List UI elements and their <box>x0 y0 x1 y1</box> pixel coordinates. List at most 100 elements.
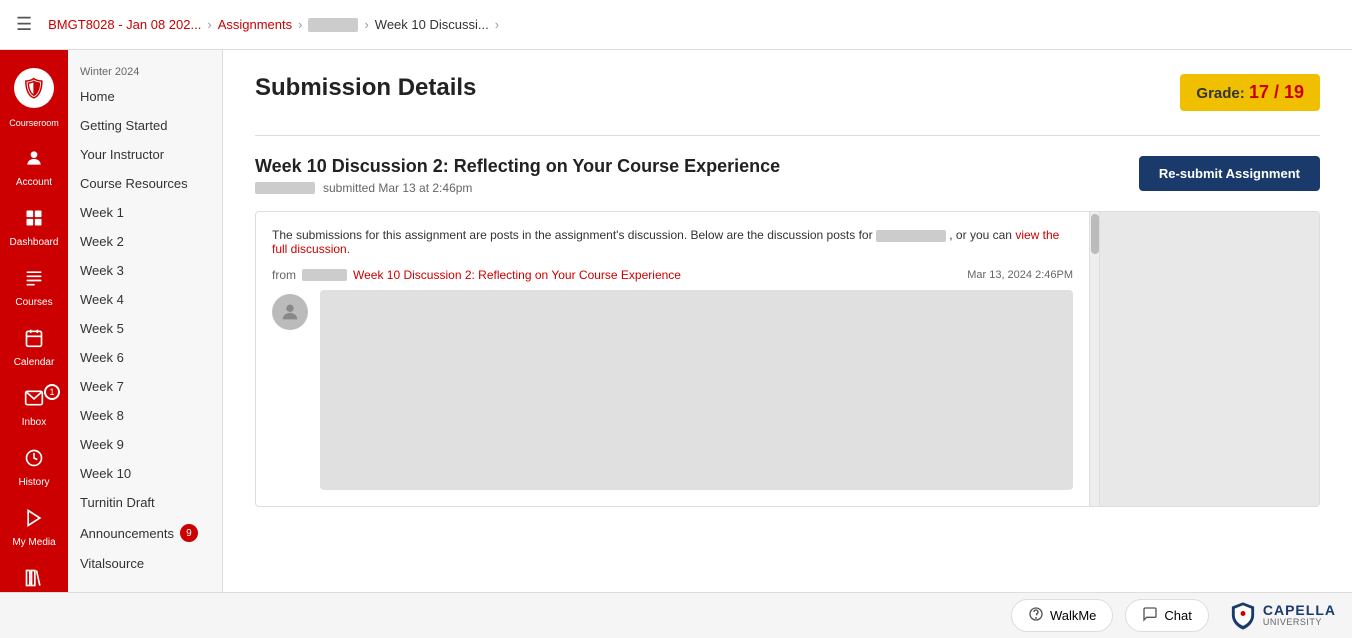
sidebar-item-week3[interactable]: Week 3 <box>68 256 222 285</box>
discussion-right-panel <box>1099 212 1319 506</box>
post-text-content <box>320 290 1073 490</box>
sidebar-item-turnitin-draft[interactable]: Turnitin Draft <box>68 488 222 517</box>
chat-label: Chat <box>1164 608 1191 623</box>
discussion-meta: submitted Mar 13 at 2:46pm <box>255 181 780 195</box>
sidebar-item-course-resources[interactable]: Course Resources <box>68 169 222 198</box>
scrollbar-thumb <box>1091 214 1099 254</box>
breadcrumb-course[interactable]: BMGT8028 - Jan 08 202... <box>48 17 201 32</box>
discussion-header-row: Week 10 Discussion 2: Reflecting on Your… <box>255 156 1320 211</box>
resubmit-button[interactable]: Re-submit Assignment <box>1139 156 1320 191</box>
inbox-icon <box>24 388 44 413</box>
sidebar-item-week2[interactable]: Week 2 <box>68 227 222 256</box>
sidebar-item-week4[interactable]: Week 4 <box>68 285 222 314</box>
nav-calendar-label: Calendar <box>14 357 55 368</box>
meta-user-blurred <box>255 182 315 194</box>
dashboard-icon <box>24 208 44 233</box>
breadcrumb-current: Week 10 Discussi... <box>375 17 489 32</box>
grade-box: Grade: 17 / 19 <box>1180 74 1320 111</box>
discussion-scrollbar[interactable] <box>1089 212 1099 506</box>
discussion-main: The submissions for this assignment are … <box>256 212 1089 506</box>
capella-name: CAPELLA <box>1263 603 1336 618</box>
nav-dashboard-label: Dashboard <box>10 237 59 248</box>
nav-courseroom-logo[interactable]: 🛡 Courseroom <box>0 58 68 138</box>
discussion-box: The submissions for this assignment are … <box>255 211 1320 507</box>
sidebar-item-week6[interactable]: Week 6 <box>68 343 222 372</box>
discussion-from-row: from Week 10 Discussion 2: Reflecting on… <box>272 268 1073 282</box>
discussion-title: Week 10 Discussion 2: Reflecting on Your… <box>255 156 780 177</box>
capella-shield-icon <box>1229 602 1257 630</box>
content-area: Submission Details Grade: 17 / 19 Week 1… <box>223 50 1352 592</box>
grade-value: 17 / 19 <box>1249 82 1304 102</box>
sidebar-item-week5[interactable]: Week 5 <box>68 314 222 343</box>
submission-header: Submission Details Grade: 17 / 19 <box>255 74 1320 111</box>
history-icon <box>24 448 44 473</box>
nav-mymedia[interactable]: My Media <box>0 498 68 558</box>
breadcrumb-sep-1: › <box>207 17 211 32</box>
nav-mymedia-label: My Media <box>12 537 55 548</box>
sidebar-item-week1[interactable]: Week 1 <box>68 198 222 227</box>
discussion-post-link[interactable]: Week 10 Discussion 2: Reflecting on Your… <box>353 268 681 282</box>
discussion-info-text: The submissions for this assignment are … <box>272 228 1073 256</box>
left-nav: 🛡 Courseroom Account Dashboard Courses <box>0 50 68 592</box>
inbox-badge: 1 <box>44 384 60 400</box>
sidebar-item-announcements[interactable]: Announcements 9 <box>68 517 222 549</box>
breadcrumb: BMGT8028 - Jan 08 202... › Assignments ›… <box>48 17 499 32</box>
bottom-bar: WalkMe Chat CAPELLA UNIVERSITY <box>0 592 1352 638</box>
nav-inbox-wrap: Inbox 1 <box>0 378 68 438</box>
post-content-row <box>272 290 1073 490</box>
sidebar-item-getting-started[interactable]: Getting Started <box>68 111 222 140</box>
discussion-info-group: Week 10 Discussion 2: Reflecting on Your… <box>255 156 780 211</box>
discussion-info-blurred <box>876 230 946 242</box>
courseroom-shield: 🛡 <box>14 68 54 108</box>
page-title: Submission Details <box>255 74 476 102</box>
nav-account[interactable]: Account <box>0 138 68 198</box>
capella-logo: CAPELLA UNIVERSITY <box>1229 602 1336 630</box>
nav-calendar[interactable]: Calendar <box>0 318 68 378</box>
discussion-section: Week 10 Discussion 2: Reflecting on Your… <box>255 135 1320 507</box>
hamburger-menu[interactable]: ☰ <box>16 14 32 35</box>
walkme-icon <box>1028 606 1044 625</box>
submitted-text: submitted Mar 13 at 2:46pm <box>323 181 472 195</box>
from-user-blurred <box>302 269 347 281</box>
courses-icon <box>24 268 44 293</box>
mymedia-icon <box>24 508 44 533</box>
chat-button[interactable]: Chat <box>1125 599 1208 632</box>
nav-courses[interactable]: Courses <box>0 258 68 318</box>
nav-account-label: Account <box>16 177 52 188</box>
breadcrumb-assignments[interactable]: Assignments <box>218 17 292 32</box>
post-date: Mar 13, 2024 2:46PM <box>967 269 1073 281</box>
nav-library[interactable]: Library <box>0 558 68 592</box>
nav-dashboard[interactable]: Dashboard <box>0 198 68 258</box>
nav-history[interactable]: History <box>0 438 68 498</box>
grade-label: Grade: <box>1196 85 1244 102</box>
courseroom-label: Courseroom <box>9 118 59 128</box>
capella-text: CAPELLA UNIVERSITY <box>1263 603 1336 628</box>
walkme-button[interactable]: WalkMe <box>1011 599 1113 632</box>
announcements-badge: 9 <box>180 524 198 542</box>
chat-icon <box>1142 606 1158 625</box>
sidebar-item-week10[interactable]: Week 10 <box>68 459 222 488</box>
library-icon <box>24 568 44 592</box>
sidebar-item-week7[interactable]: Week 7 <box>68 372 222 401</box>
breadcrumb-sep-3: › <box>364 17 368 32</box>
account-icon <box>24 148 44 173</box>
nav-courses-label: Courses <box>15 297 52 308</box>
breadcrumb-sep-4: › <box>495 17 499 32</box>
capella-sub: UNIVERSITY <box>1263 618 1336 628</box>
sidebar-item-week8[interactable]: Week 8 <box>68 401 222 430</box>
from-label: from <box>272 268 296 282</box>
sidebar: Winter 2024 Home Getting Started Your In… <box>68 50 223 592</box>
sidebar-item-your-instructor[interactable]: Your Instructor <box>68 140 222 169</box>
breadcrumb-blurred <box>308 18 358 32</box>
avatar <box>272 294 308 330</box>
sidebar-item-vitalsource[interactable]: Vitalsource <box>68 549 222 578</box>
calendar-icon <box>24 328 44 353</box>
walkme-label: WalkMe <box>1050 608 1096 623</box>
breadcrumb-sep-2: › <box>298 17 302 32</box>
sidebar-item-home[interactable]: Home <box>68 82 222 111</box>
sidebar-item-week9[interactable]: Week 9 <box>68 430 222 459</box>
top-bar: ☰ BMGT8028 - Jan 08 202... › Assignments… <box>0 0 1352 50</box>
nav-history-label: History <box>18 477 49 488</box>
main-layout: 🛡 Courseroom Account Dashboard Courses <box>0 50 1352 592</box>
nav-inbox-label: Inbox <box>22 417 46 428</box>
